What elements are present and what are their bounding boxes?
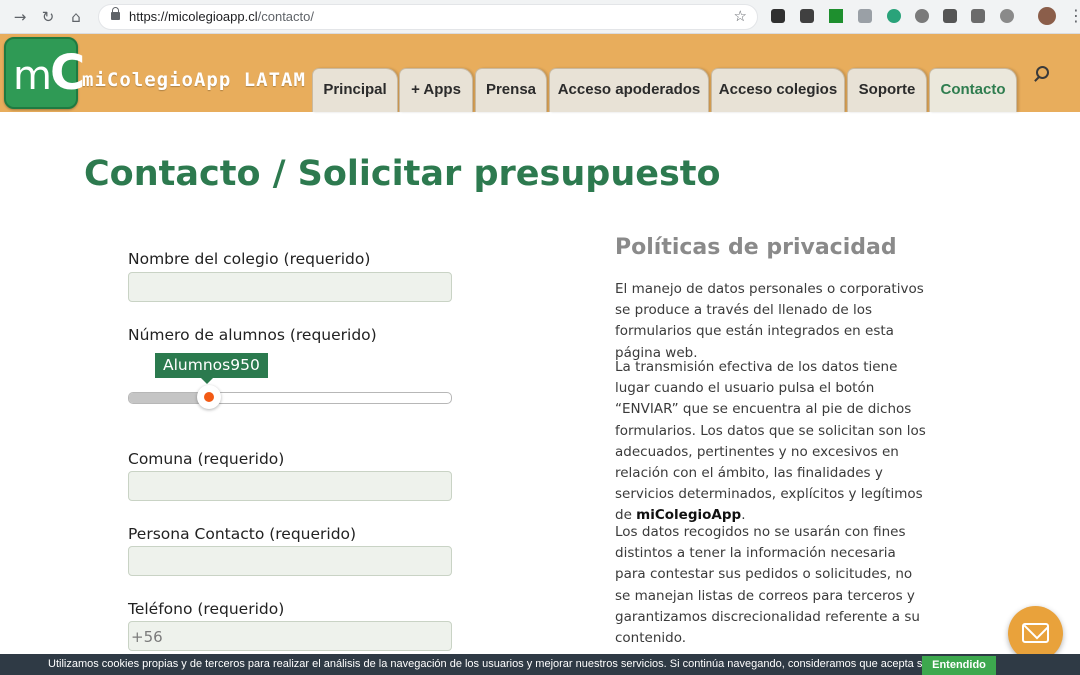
phone-field[interactable]: +56 — [128, 621, 452, 651]
privacy-paragraph-2: La transmisión efectiva de los datos tie… — [615, 359, 926, 524]
page-title: Contacto / Solicitar presupuesto — [84, 154, 721, 194]
home-icon[interactable]: ⌂ — [66, 7, 86, 27]
privacy-title: Políticas de privacidad — [615, 235, 897, 260]
nav-tab-principal[interactable]: Principal — [312, 68, 398, 112]
students-label: Número de alumnos (requerido) — [128, 326, 377, 344]
address-bar[interactable]: https://micolegioapp.cl/contacto/ ☆ — [98, 4, 758, 30]
contact-mail-button[interactable] — [1008, 606, 1063, 661]
students-slider-handle[interactable] — [197, 385, 221, 409]
cookie-accept-button[interactable]: Entendido — [922, 656, 996, 675]
nav-tab-prensa[interactable]: Prensa — [475, 68, 547, 112]
site-logo[interactable]: mC — [4, 37, 85, 109]
privacy-paragraph-3: Los datos recogidos no se usarán con fin… — [615, 524, 920, 647]
download-arrow-icon[interactable] — [829, 9, 843, 23]
brand-name[interactable]: miColegioApp LATAM — [82, 69, 306, 91]
extension-icon[interactable] — [971, 9, 985, 23]
lock-icon — [111, 7, 120, 20]
extension-icon[interactable] — [800, 9, 814, 23]
site-header: mC miColegioApp LATAM Principal + Apps P… — [0, 34, 1080, 112]
search-icon[interactable] — [1036, 66, 1049, 79]
school-name-label: Nombre del colegio (requerido) — [128, 250, 371, 268]
privacy-paragraph-1: El manejo de datos personales o corporat… — [615, 281, 924, 361]
comuna-field[interactable] — [128, 471, 452, 501]
nav-tab-acceso-colegios[interactable]: Acceso colegios — [711, 68, 845, 112]
nav-tab-contacto[interactable]: Contacto — [929, 68, 1017, 112]
students-slider-tooltip: Alumnos950 — [155, 353, 268, 384]
page: → ↻ ⌂ https://micolegioapp.cl/contacto/ … — [0, 0, 1080, 675]
wordpress-icon[interactable] — [887, 9, 901, 23]
contact-person-field[interactable] — [128, 546, 452, 576]
browser-toolbar: → ↻ ⌂ https://micolegioapp.cl/contacto/ … — [0, 0, 1080, 34]
cookie-message: Utilizamos cookies propias y de terceros… — [48, 658, 953, 670]
extension-icon[interactable] — [858, 9, 872, 23]
reload-icon[interactable]: ↻ — [38, 7, 58, 27]
url-text: https://micolegioapp.cl/contacto/ — [129, 9, 314, 24]
cookie-banner: Utilizamos cookies propias y de terceros… — [0, 654, 1080, 675]
extension-icon[interactable] — [1000, 9, 1014, 23]
students-slider-track[interactable] — [128, 392, 452, 404]
back-arrow-icon[interactable]: → — [10, 7, 30, 27]
bookmark-star-icon[interactable]: ☆ — [734, 7, 747, 25]
phone-label: Teléfono (requerido) — [128, 600, 285, 618]
extension-icon[interactable] — [943, 9, 957, 23]
profile-avatar-icon[interactable] — [1038, 7, 1056, 25]
school-name-field[interactable] — [128, 272, 452, 302]
extension-icon[interactable] — [915, 9, 929, 23]
contact-person-label: Persona Contacto (requerido) — [128, 525, 357, 543]
browser-menu-icon[interactable]: ⋮ — [1068, 7, 1080, 25]
nav-tab-acceso-apoderados[interactable]: Acceso apoderados — [549, 68, 709, 112]
nav-tab-apps[interactable]: + Apps — [399, 68, 473, 112]
extension-icon[interactable] — [771, 9, 785, 23]
envelope-icon — [1022, 623, 1049, 643]
comuna-label: Comuna (requerido) — [128, 450, 285, 468]
logo-mark: mC — [13, 45, 85, 101]
nav-tab-soporte[interactable]: Soporte — [847, 68, 927, 112]
